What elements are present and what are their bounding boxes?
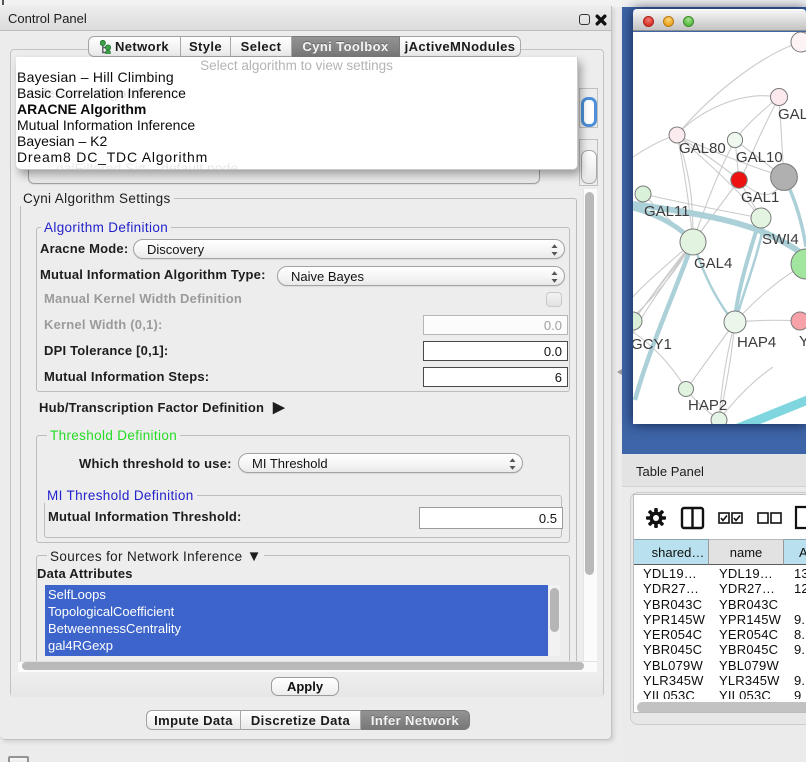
svg-text:GAL11: GAL11 <box>644 203 690 220</box>
svg-text:GAL1: GAL1 <box>741 189 779 206</box>
svg-text:SWI4: SWI4 <box>762 231 799 248</box>
svg-text:GCY1: GCY1 <box>633 336 672 353</box>
svg-text:Y: Y <box>799 333 806 350</box>
svg-text:GAL4: GAL4 <box>694 255 732 272</box>
svg-text:GAL10: GAL10 <box>736 149 783 166</box>
svg-text:GAL2: GAL2 <box>778 106 806 123</box>
svg-text:GAL80: GAL80 <box>679 140 726 157</box>
svg-text:HAP2: HAP2 <box>688 397 727 414</box>
svg-text:HAP4: HAP4 <box>737 334 776 351</box>
